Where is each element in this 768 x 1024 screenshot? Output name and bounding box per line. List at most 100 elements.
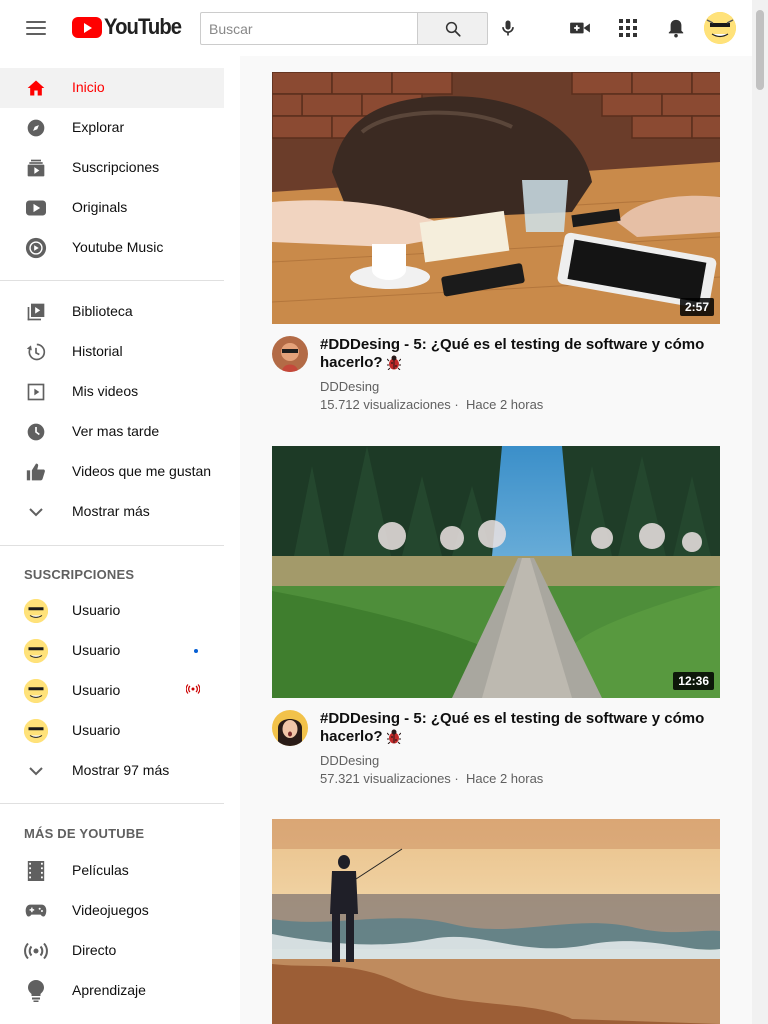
scrollbar-thumb[interactable] [756, 10, 764, 90]
sidebar-item-mostrar-mas-subs[interactable]: Mostrar 97 más [0, 751, 224, 791]
video-card[interactable] [272, 819, 720, 1024]
subscription-label: Usuario [72, 682, 121, 698]
chevron-down-icon [24, 759, 48, 783]
sidebar-item-label: Videojuegos [72, 902, 149, 918]
new-content-dot-icon [194, 649, 198, 653]
sidebar-item-youtube-music[interactable]: Youtube Music [0, 228, 224, 268]
video-card[interactable]: 12:36 #DDDesing - 5: ¿Qué es el testing … [272, 446, 720, 798]
sidebar-item-label: Originals [72, 199, 128, 215]
video-card[interactable]: 2:57 #DDDesing - 5: ¿Qué es el testing d… [272, 72, 720, 424]
menu-icon[interactable] [24, 16, 48, 40]
sidebar-item-explorar[interactable]: Explorar [0, 108, 224, 148]
channel-avatar[interactable] [272, 336, 308, 372]
subscription-label: Usuario [72, 642, 121, 658]
live-broadcast-icon [185, 684, 201, 697]
video-age: Hace 2 horas [465, 771, 544, 786]
sidebar-item-mostrar-mas[interactable]: Mostrar más [0, 492, 224, 532]
sidebar-item-label: Mostrar 97 más [72, 762, 170, 778]
sidebar-item-historial[interactable]: Historial [0, 332, 224, 372]
video-meta: #DDDesing - 5: ¿Qué es el testing de sof… [272, 698, 720, 798]
sidebar-item-label: Biblioteca [72, 303, 133, 319]
originals-icon [24, 196, 48, 220]
sidebar-item-label: Ver mas tarde [72, 423, 160, 439]
video-thumbnail[interactable] [272, 819, 720, 1024]
sidebar-item-label: Videos que me gustan [72, 463, 212, 479]
channel-avatar [24, 719, 48, 743]
notifications-bell-icon[interactable] [664, 16, 688, 40]
channel-avatar [24, 639, 48, 663]
subscription-label: Usuario [72, 602, 121, 618]
sidebar-item-mis-videos[interactable]: Mis videos [0, 372, 224, 412]
history-icon [24, 340, 48, 364]
user-avatar[interactable] [704, 12, 736, 44]
video-duration: 2:57 [679, 298, 714, 316]
youtube-logo[interactable]: YouTube [72, 14, 188, 40]
live-icon [24, 939, 48, 963]
video-views: 15.712 visualizaciones [320, 397, 451, 412]
music-icon [24, 236, 48, 260]
sidebar-item-aprendizaje[interactable]: Aprendizaje [0, 971, 224, 1011]
video-views: 57.321 visualizaciones [320, 771, 451, 786]
bug-emoji-icon [386, 728, 402, 745]
video-channel[interactable]: DDDesing [320, 379, 379, 394]
sidebar-divider [0, 280, 224, 281]
sidebar-item-partial[interactable] [0, 1011, 224, 1024]
subscriptions-icon [24, 156, 48, 180]
microphone-icon[interactable] [496, 16, 520, 40]
sidebar-item-label: Youtube Music [72, 239, 164, 255]
subscription-item[interactable]: Usuario [0, 711, 224, 751]
video-thumbnail[interactable]: 2:57 [272, 72, 720, 324]
subscriptions-header: SUSCRIPCIONES [24, 567, 135, 582]
video-stats: 15.712 visualizaciones · Hace 2 horas [320, 397, 544, 412]
sidebar-item-videos-que-me-gustan[interactable]: Videos que me gustan [0, 452, 224, 492]
create-video-icon[interactable] [568, 16, 592, 40]
youtube-play-icon [72, 16, 102, 38]
video-channel[interactable]: DDDesing [320, 753, 379, 768]
video-title[interactable]: #DDDesing - 5: ¿Qué es el testing de sof… [320, 336, 720, 372]
sidebar-item-label: Películas [72, 862, 129, 878]
thumbs-up-icon [24, 460, 48, 484]
more-from-youtube-header: MÁS DE YOUTUBE [24, 826, 145, 841]
sidebar: Inicio Explorar Suscripciones Originals … [0, 56, 240, 1024]
channel-avatar [24, 599, 48, 623]
subscription-item[interactable]: Usuario [0, 591, 224, 631]
sidebar-divider [0, 545, 224, 546]
subscription-item[interactable]: Usuario [0, 671, 224, 711]
watch-later-icon [24, 420, 48, 444]
sidebar-item-label: Directo [72, 942, 117, 958]
channel-avatar[interactable] [272, 710, 308, 746]
video-thumbnail[interactable]: 12:36 [272, 446, 720, 698]
search-button[interactable] [418, 12, 488, 45]
sidebar-item-directo[interactable]: Directo [0, 931, 224, 971]
chevron-down-icon [24, 500, 48, 524]
video-meta: #DDDesing - 5: ¿Qué es el testing de sof… [272, 324, 720, 424]
video-duration: 12:36 [673, 672, 714, 690]
video-age: Hace 2 horas [465, 397, 544, 412]
sidebar-item-inicio[interactable]: Inicio [0, 68, 224, 108]
search-icon [445, 21, 461, 37]
sidebar-item-suscripciones[interactable]: Suscripciones [0, 148, 224, 188]
sidebar-item-ver-mas-tarde[interactable]: Ver mas tarde [0, 412, 224, 452]
search-input[interactable]: Buscar [200, 12, 418, 45]
page-scrollbar[interactable] [752, 0, 768, 1024]
sidebar-item-originals[interactable]: Originals [0, 188, 224, 228]
compass-icon [24, 116, 48, 140]
channel-avatar [24, 679, 48, 703]
bug-emoji-icon [386, 354, 402, 371]
library-icon [24, 300, 48, 324]
sidebar-item-label: Mis videos [72, 383, 139, 399]
top-header: YouTube Buscar [0, 0, 768, 56]
menu-partial-icon [24, 1019, 48, 1024]
apps-grid-icon[interactable] [616, 16, 640, 40]
sidebar-item-biblioteca[interactable]: Biblioteca [0, 292, 224, 332]
video-title[interactable]: #DDDesing - 5: ¿Qué es el testing de sof… [320, 710, 720, 746]
sidebar-item-label: Mostrar más [72, 503, 150, 519]
sidebar-item-label: Inicio [72, 79, 105, 95]
sidebar-item-label: Historial [72, 343, 123, 359]
subscription-item[interactable]: Usuario [0, 631, 224, 671]
sidebar-item-peliculas[interactable]: Películas [0, 851, 224, 891]
my-videos-icon [24, 380, 48, 404]
lightbulb-icon [24, 979, 48, 1003]
sidebar-item-videojuegos[interactable]: Videojuegos [0, 891, 224, 931]
sidebar-item-label: Explorar [72, 119, 125, 135]
